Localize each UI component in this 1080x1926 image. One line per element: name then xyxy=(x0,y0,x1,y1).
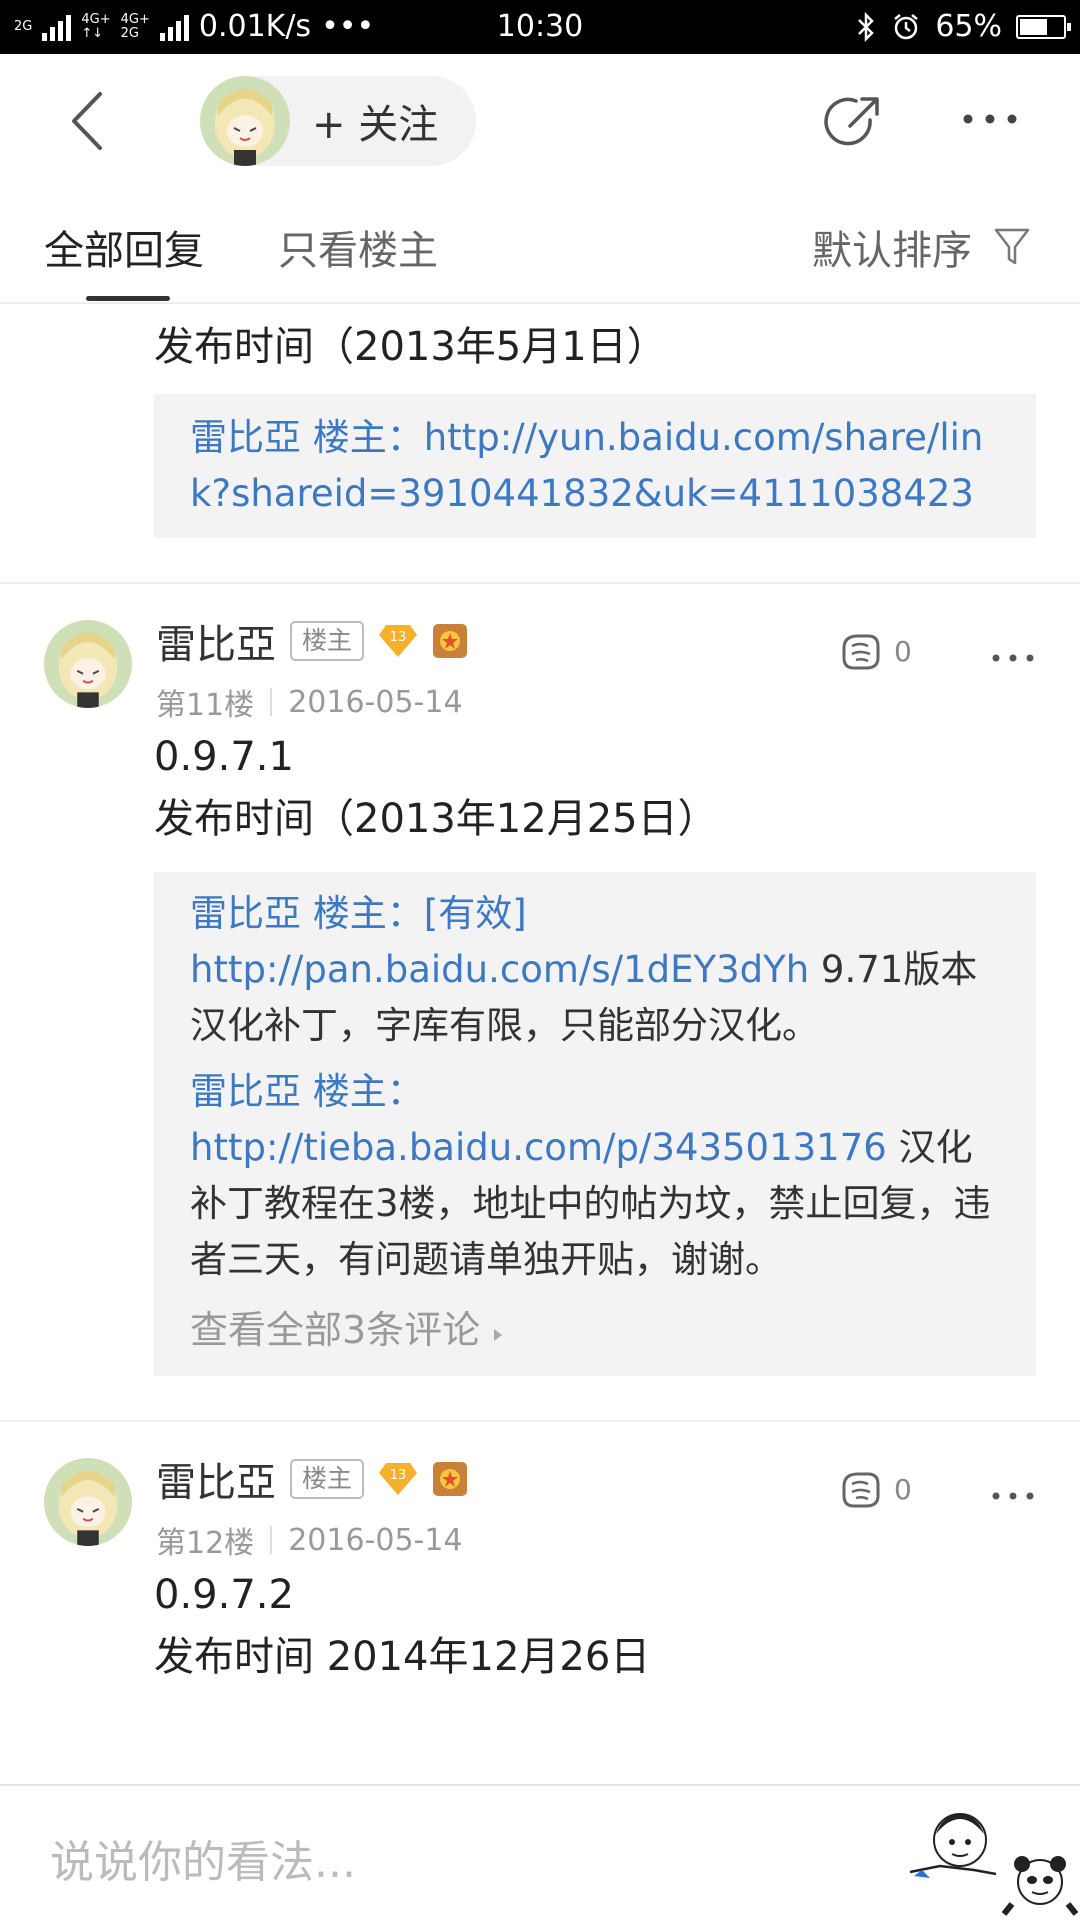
tab-owner-only[interactable]: 只看楼主 xyxy=(278,218,438,276)
status-bar: 2G 4G+ ↑↓ 4G+ 2G 0.01K/s ••• 10:30 65% xyxy=(0,0,1080,54)
post-date: 2016-05-14 xyxy=(288,1522,463,1558)
owner-badge: 楼主 xyxy=(290,621,365,661)
back-arrow-icon[interactable] xyxy=(60,86,130,156)
sub-reply-box[interactable]: 雷比亞 楼主：http://yun.baidu.com/share/link?s… xyxy=(154,394,1036,538)
share-icon[interactable] xyxy=(820,90,886,156)
sort-button[interactable]: 默认排序 xyxy=(812,218,1030,276)
reply-list: 发布时间（2013年5月1日） 雷比亞 楼主：http://yun.baidu.… xyxy=(0,304,1080,1688)
follow-label: + 关注 xyxy=(312,102,439,148)
like-count: 0 xyxy=(894,1472,912,1506)
post-more-icon[interactable] xyxy=(990,650,1036,666)
post-date: 2016-05-14 xyxy=(288,684,463,720)
owner-badge: 楼主 xyxy=(290,1459,365,1499)
view-all-label: 查看全部3条评论 xyxy=(190,1308,481,1352)
follow-button[interactable]: + 关注 xyxy=(200,76,476,166)
member-badge-icon xyxy=(433,624,468,658)
level-badge-icon: 13 xyxy=(379,1463,418,1495)
alarm-icon xyxy=(894,14,919,40)
sub-reply-link[interactable]: http://tieba.baidu.com/p/3435013176 xyxy=(190,1126,887,1169)
post-text: 发布时间（2013年5月1日） xyxy=(154,324,667,370)
post-floor-11: 雷比亞 楼主 13 第11楼 2016-05-14 0 0.9.7.1 发布时间… xyxy=(0,584,1080,1376)
battery-percent: 65% xyxy=(935,9,1002,44)
more-options-icon[interactable] xyxy=(960,104,1020,134)
svg-text:13: 13 xyxy=(390,630,407,645)
sub-reply-author[interactable]: 雷比亞 楼主： xyxy=(190,416,424,459)
meme-sticker-icon xyxy=(909,1813,1079,1916)
level-badge-icon: 13 xyxy=(379,625,418,657)
like-count: 0 xyxy=(894,634,912,668)
top-nav-bar: + 关注 xyxy=(0,54,1080,186)
like-hand-icon xyxy=(842,1472,880,1508)
thread-author-avatar[interactable] xyxy=(200,76,290,166)
author-name[interactable]: 雷比亞 xyxy=(156,1450,276,1508)
post-text-line: 发布时间（2013年12月25日） xyxy=(154,796,718,842)
active-tab-indicator xyxy=(86,296,170,301)
filter-icon xyxy=(994,228,1030,265)
avatar[interactable] xyxy=(44,1458,132,1546)
member-badge-icon xyxy=(433,1462,468,1496)
sub-reply[interactable]: 雷比亞 楼主：[有效] http://pan.baidu.com/s/1dEY3… xyxy=(190,886,1000,1054)
battery-icon xyxy=(1016,15,1071,39)
avatar[interactable] xyxy=(44,620,132,708)
tab-all-replies[interactable]: 全部回复 xyxy=(44,218,204,276)
sub-reply[interactable]: 雷比亞 楼主： http://tieba.baidu.com/p/34350131… xyxy=(190,1064,1000,1288)
emoji-sticker-button[interactable] xyxy=(900,1786,1080,1922)
caret-right-icon xyxy=(494,1329,503,1341)
reply-tabs: 全部回复 只看楼主 默认排序 xyxy=(0,186,1080,304)
bottom-comment-bar: 说说你的看法... xyxy=(0,1784,1080,1922)
post-floor-12: 雷比亞 楼主 13 第12楼 2016-05-14 0 0.9.7.2 发布时间… xyxy=(0,1422,1080,1688)
author-name[interactable]: 雷比亞 xyxy=(156,612,276,670)
comment-input[interactable]: 说说你的看法... xyxy=(50,1826,356,1890)
post-more-icon[interactable] xyxy=(990,1488,1036,1504)
view-all-comments-link[interactable]: 查看全部3条评论 xyxy=(190,1302,1000,1358)
like-hand-icon xyxy=(842,634,880,670)
floor-number: 第12楼 xyxy=(156,1526,255,1561)
like-button[interactable]: 0 xyxy=(838,1468,912,1510)
post-text-line: 0.9.7.2 xyxy=(154,1572,294,1618)
sub-reply-box: 雷比亞 楼主：[有效] http://pan.baidu.com/s/1dEY3… xyxy=(154,872,1036,1376)
sub-reply-author[interactable]: 雷比亞 楼主： xyxy=(190,1070,424,1113)
bluetooth-icon xyxy=(858,12,875,42)
previous-post-fragment: 发布时间（2013年5月1日） 雷比亞 楼主：http://yun.baidu.… xyxy=(0,304,1080,538)
post-text-line: 0.9.7.1 xyxy=(154,734,294,780)
sort-label: 默认排序 xyxy=(812,228,972,274)
svg-text:13: 13 xyxy=(390,1468,407,1483)
floor-number: 第11楼 xyxy=(156,688,255,723)
sub-reply-author[interactable]: 雷比亞 楼主： xyxy=(190,892,424,935)
post-text-line: 发布时间 2014年12月26日 xyxy=(154,1634,651,1680)
like-button[interactable]: 0 xyxy=(838,630,912,672)
